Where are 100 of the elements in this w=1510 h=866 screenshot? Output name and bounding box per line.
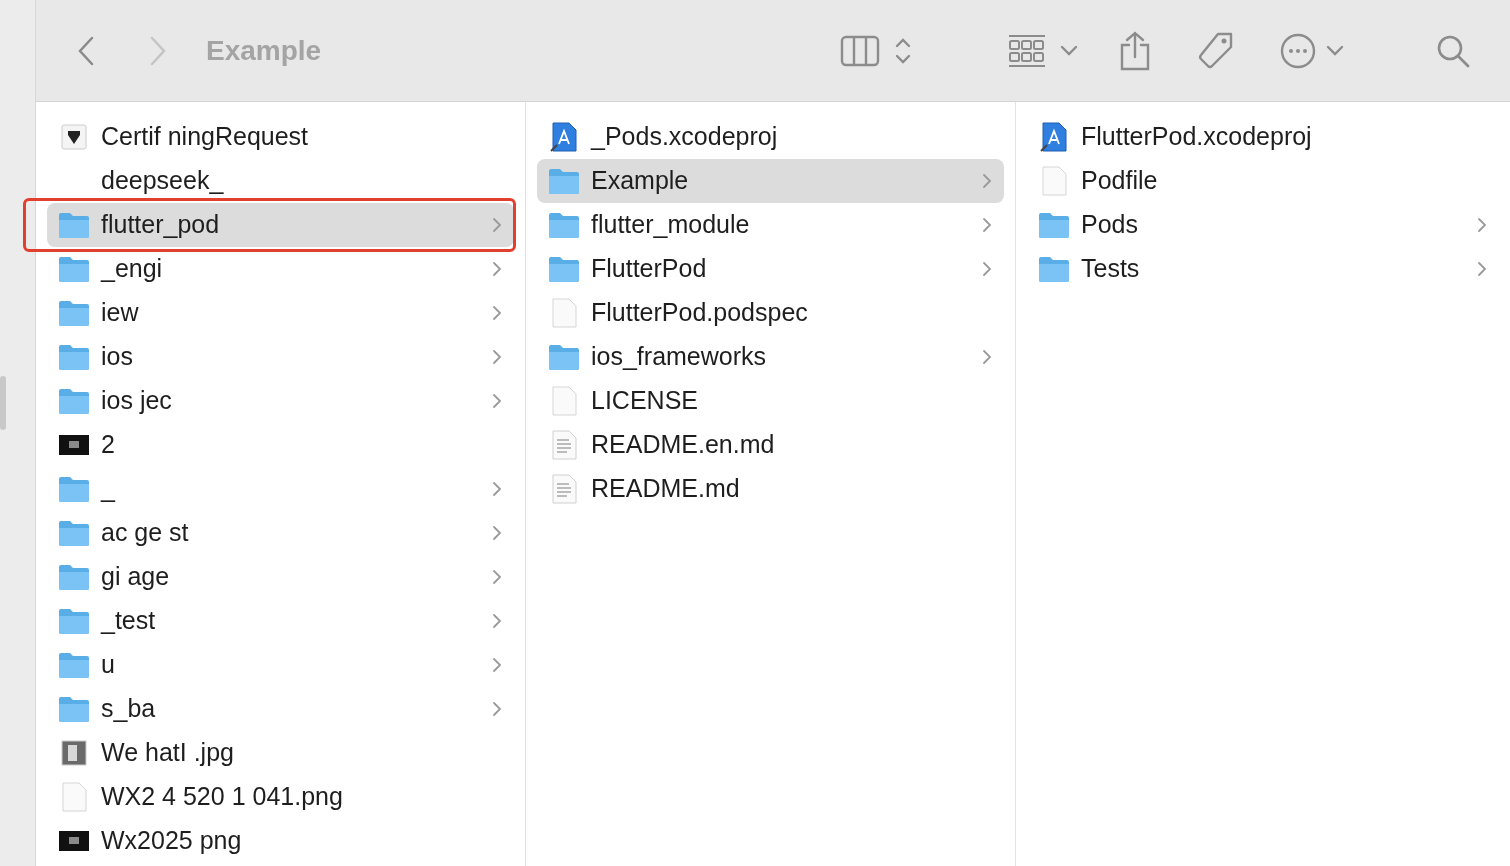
folder-icon	[58, 607, 90, 635]
file-row[interactable]: Example	[537, 159, 1004, 203]
chevron-right-icon	[982, 349, 992, 365]
search-icon[interactable]	[1436, 33, 1470, 68]
file-row[interactable]: ios_frameworks	[537, 335, 1004, 379]
file-name: iew	[101, 297, 140, 329]
chevron-right-icon	[492, 613, 502, 629]
share-icon[interactable]	[1118, 30, 1152, 71]
folder-icon	[58, 519, 90, 547]
file-row[interactable]: Pods	[1027, 203, 1499, 247]
file-row[interactable]: Certif ningRequest	[47, 115, 514, 159]
more-icon[interactable]	[1280, 32, 1316, 69]
text-document-icon	[550, 474, 578, 504]
folder-icon	[58, 255, 90, 283]
chevron-right-icon	[492, 393, 502, 409]
file-row[interactable]: FlutterPod.xcodeproj	[1027, 115, 1499, 159]
file-row[interactable]: README.en.md	[537, 423, 1004, 467]
file-row[interactable]: Tests	[1027, 247, 1499, 291]
file-name: 2	[101, 429, 116, 461]
chevron-right-icon	[982, 261, 992, 277]
chevron-right-icon	[982, 217, 992, 233]
file-name: FlutterPod.podspec	[591, 297, 809, 329]
back-icon[interactable]	[76, 35, 96, 66]
file-name: Podfile	[1081, 165, 1159, 197]
file-name: WX2 4 520 1 041.png	[101, 781, 344, 813]
file-name: _Pods.xcodeproj	[591, 121, 779, 153]
chevron-right-icon	[492, 569, 502, 585]
folder-icon	[548, 255, 580, 283]
folder-icon	[58, 651, 90, 679]
chevron-right-icon	[492, 217, 502, 233]
chevron-right-icon	[492, 305, 502, 321]
file-name: ios_frameworks	[591, 341, 768, 373]
screenshot-icon	[58, 434, 90, 456]
file-row[interactable]: ac ge st	[47, 511, 514, 555]
file-row[interactable]: iew	[47, 291, 514, 335]
file-row[interactable]: Podfile	[1027, 159, 1499, 203]
folder-icon	[1038, 211, 1070, 239]
file-row[interactable]: 2	[47, 423, 514, 467]
file-row[interactable]: WX2 4 520 1 041.png	[47, 775, 514, 819]
file-name: Pods	[1081, 209, 1139, 241]
image-icon	[60, 739, 88, 767]
folder-icon	[58, 563, 90, 591]
file-row[interactable]: _Pods.xcodeproj	[537, 115, 1004, 159]
text-document-icon	[550, 430, 578, 460]
file-row[interactable]: _	[47, 467, 514, 511]
blueprint-document-icon	[550, 122, 578, 152]
file-name: deepseek_	[101, 165, 225, 197]
chevron-down-icon[interactable]	[1060, 44, 1078, 57]
chevron-right-icon	[492, 349, 502, 365]
file-row[interactable]: LICENSE	[537, 379, 1004, 423]
chevron-right-icon	[1477, 261, 1487, 277]
folder-icon	[58, 695, 90, 723]
file-row[interactable]: u	[47, 643, 514, 687]
folder-icon	[58, 211, 90, 239]
file-name: _	[101, 473, 117, 505]
file-row[interactable]: flutter_module	[537, 203, 1004, 247]
document-icon	[550, 386, 578, 416]
file-row[interactable]: ios jec	[47, 379, 514, 423]
folder-icon	[548, 211, 580, 239]
certificate-icon	[60, 123, 88, 151]
file-row[interactable]: s_ba	[47, 687, 514, 731]
file-name: Wx2025 png	[101, 825, 243, 857]
file-row[interactable]: FlutterPod.podspec	[537, 291, 1004, 335]
file-name: README.en.md	[591, 429, 776, 461]
file-row[interactable]: flutter_pod	[47, 203, 514, 247]
file-row[interactable]: deepseek_	[47, 159, 514, 203]
window-title: Example	[206, 33, 322, 68]
chevron-right-icon	[492, 701, 502, 717]
folder-icon	[58, 343, 90, 371]
column-view-icon[interactable]	[840, 34, 880, 67]
file-name: u	[101, 649, 116, 681]
file-row[interactable]: ios	[47, 335, 514, 379]
file-name: s_ba	[101, 693, 157, 725]
file-row[interactable]: FlutterPod	[537, 247, 1004, 291]
folder-icon	[58, 387, 90, 415]
file-name: _test	[101, 605, 157, 637]
blueprint-document-icon	[1040, 122, 1068, 152]
file-row[interactable]: README.md	[537, 467, 1004, 511]
file-name: ios jec	[101, 385, 173, 417]
screenshot-icon	[58, 830, 90, 852]
folder-icon	[58, 299, 90, 327]
folder-icon	[58, 475, 90, 503]
file-row[interactable]: _test	[47, 599, 514, 643]
folder-icon	[548, 167, 580, 195]
file-row[interactable]: Wx2025 png	[47, 819, 514, 863]
group-icon[interactable]	[1008, 33, 1046, 68]
file-name: FlutterPod	[591, 253, 708, 285]
forward-icon[interactable]	[148, 35, 168, 66]
folder-icon	[1038, 255, 1070, 283]
file-name: flutter_pod	[101, 209, 221, 241]
file-name: _engi	[101, 253, 164, 285]
file-row[interactable]: _engi	[47, 247, 514, 291]
file-name: LICENSE	[591, 385, 699, 417]
document-icon	[60, 782, 88, 812]
file-name: README.md	[591, 473, 741, 505]
file-row[interactable]: We hatI .jpg	[47, 731, 514, 775]
file-name: ac ge st	[101, 517, 190, 549]
file-row[interactable]: gi age	[47, 555, 514, 599]
chevron-down-icon[interactable]	[1326, 44, 1344, 57]
file-name: flutter_module	[591, 209, 751, 241]
